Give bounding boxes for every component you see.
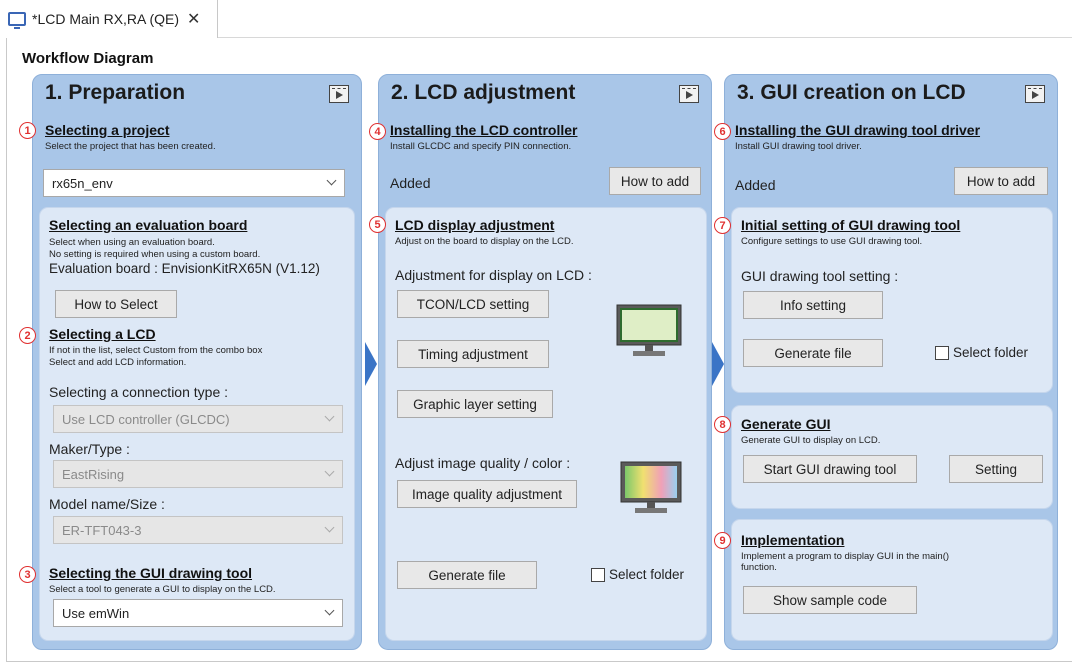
timing-adjustment-button[interactable]: Timing adjustment	[397, 340, 549, 368]
section-desc: Implement a program to display GUI in th…	[741, 551, 950, 562]
select-folder-label: Select folder	[609, 567, 685, 582]
connection-type-label: Selecting a connection type :	[49, 384, 229, 400]
section-desc: No setting is required when using a cust…	[49, 249, 261, 260]
step-number: 7	[714, 217, 731, 234]
project-select[interactable]: rx65n_env	[43, 169, 345, 197]
status-label: Added	[390, 175, 431, 191]
generate-file-button[interactable]: Generate file	[397, 561, 537, 589]
select-folder-checkbox[interactable]: Select folder	[935, 345, 1028, 360]
project-select-value: rx65n_env	[52, 175, 113, 191]
editor-tab[interactable]: *LCD Main RX,RA (QE) ✕	[0, 0, 218, 38]
step-number: 2	[19, 327, 36, 344]
eval-board-label: Evaluation board : EnvisionKitRX65N (V1.…	[49, 261, 320, 276]
flow-arrow-icon	[712, 342, 724, 386]
connection-type-select[interactable]: Use LCD controller (GLCDC)	[53, 405, 343, 433]
gui-setting-button[interactable]: Setting	[949, 455, 1043, 483]
connection-type-value: Use LCD controller (GLCDC)	[62, 411, 230, 427]
checkbox-box[interactable]	[935, 345, 949, 360]
section-heading-gui-tool[interactable]: Selecting the GUI drawing tool	[49, 565, 252, 581]
model-name-value: ER-TFT043-3	[62, 522, 142, 538]
color-monitor-icon	[620, 461, 682, 513]
section-heading-project[interactable]: Selecting a project	[45, 122, 169, 138]
image-quality-label: Adjust image quality / color :	[395, 455, 571, 471]
section-desc: Select a tool to generate a GUI to displ…	[49, 584, 276, 595]
column-preparation: 1. Preparation 1 Selecting a project Sel…	[19, 74, 362, 650]
select-folder-label: Select folder	[953, 345, 1029, 360]
section-desc: function.	[741, 562, 777, 573]
checkbox-box[interactable]	[591, 567, 605, 582]
model-name-select[interactable]: ER-TFT043-3	[53, 516, 343, 544]
section-desc: Adjust on the board to display on the LC…	[395, 236, 574, 247]
chevron-down-icon	[324, 466, 335, 477]
column-lcd-adjustment: 2. LCD adjustment 4 Installing the LCD c…	[369, 74, 712, 650]
section-heading-generate-gui[interactable]: Generate GUI	[741, 416, 830, 432]
generate-file-button[interactable]: Generate file	[743, 339, 883, 367]
step-number: 3	[19, 566, 36, 583]
close-icon[interactable]: ✕	[187, 9, 200, 29]
section-heading-initial-setting[interactable]: Initial setting of GUI drawing tool	[741, 217, 960, 233]
workflow-title: Workflow Diagram	[22, 50, 154, 67]
gui-tool-value: Use emWin	[62, 605, 130, 621]
tcon-lcd-setting-button[interactable]: TCON/LCD setting	[397, 290, 549, 318]
maker-type-value: EastRising	[62, 466, 125, 482]
tab-title: *LCD Main RX,RA (QE)	[32, 11, 180, 27]
gui-tool-select[interactable]: Use emWin	[53, 599, 343, 627]
flow-arrow-icon	[365, 342, 377, 386]
section-heading-lcd[interactable]: Selecting a LCD	[49, 326, 156, 342]
maker-type-select[interactable]: EastRising	[53, 460, 343, 488]
adjustment-label: Adjustment for display on LCD :	[395, 267, 592, 283]
column-title: 2. LCD adjustment	[391, 81, 576, 104]
maker-type-label: Maker/Type :	[49, 441, 130, 457]
section-desc: Generate GUI to display on LCD.	[741, 435, 881, 446]
chevron-down-icon	[324, 605, 335, 616]
step-number: 1	[19, 122, 36, 139]
section-heading-gui-driver[interactable]: Installing the GUI drawing tool driver	[735, 122, 980, 138]
section-desc: Install GLCDC and specify PIN connection…	[390, 141, 572, 152]
section-desc: Select the project that has been created…	[45, 141, 216, 152]
chevron-down-icon	[324, 411, 335, 422]
section-desc: If not in the list, select Custom from t…	[49, 345, 263, 356]
lcd-monitor-icon	[616, 304, 682, 356]
gui-tool-setting-label: GUI drawing tool setting :	[741, 268, 899, 284]
film-icon[interactable]	[679, 85, 699, 103]
show-sample-code-button[interactable]: Show sample code	[743, 586, 917, 614]
how-to-select-button[interactable]: How to Select	[55, 290, 177, 318]
column-title: 1. Preparation	[45, 81, 186, 104]
section-heading-implementation[interactable]: Implementation	[741, 532, 844, 548]
start-gui-tool-button[interactable]: Start GUI drawing tool	[743, 455, 917, 483]
model-name-label: Model name/Size :	[49, 496, 165, 512]
column-gui-creation: 3. GUI creation on LCD 6 Installing the …	[714, 74, 1058, 650]
monitor-icon	[8, 12, 26, 29]
section-heading-eval-board[interactable]: Selecting an evaluation board	[49, 217, 247, 233]
how-to-add-button[interactable]: How to add	[609, 167, 701, 195]
chevron-down-icon	[324, 522, 335, 533]
step-number: 8	[714, 416, 731, 433]
graphic-layer-setting-button[interactable]: Graphic layer setting	[397, 390, 553, 418]
how-to-add-button[interactable]: How to add	[954, 167, 1048, 195]
section-desc: Configure settings to use GUI drawing to…	[741, 236, 923, 247]
step-number: 5	[369, 216, 386, 233]
section-heading-lcd-controller[interactable]: Installing the LCD controller	[390, 122, 577, 138]
step-number: 6	[714, 123, 731, 140]
film-icon[interactable]	[329, 85, 349, 103]
section-desc: Select when using an evaluation board.	[49, 237, 215, 248]
section-desc: Install GUI drawing tool driver.	[735, 141, 862, 152]
section-desc: Select and add LCD information.	[49, 357, 187, 368]
film-icon[interactable]	[1025, 85, 1045, 103]
column-title: 3. GUI creation on LCD	[737, 81, 966, 104]
status-label: Added	[735, 177, 776, 193]
editor-tab-bar: *LCD Main RX,RA (QE) ✕	[0, 0, 1072, 38]
info-setting-button[interactable]: Info setting	[743, 291, 883, 319]
image-quality-button[interactable]: Image quality adjustment	[397, 480, 577, 508]
section-heading-lcd-display[interactable]: LCD display adjustment	[395, 217, 554, 233]
step-number: 9	[714, 532, 731, 549]
chevron-down-icon	[326, 175, 337, 186]
step-number: 4	[369, 123, 386, 140]
select-folder-checkbox[interactable]: Select folder	[591, 567, 684, 582]
